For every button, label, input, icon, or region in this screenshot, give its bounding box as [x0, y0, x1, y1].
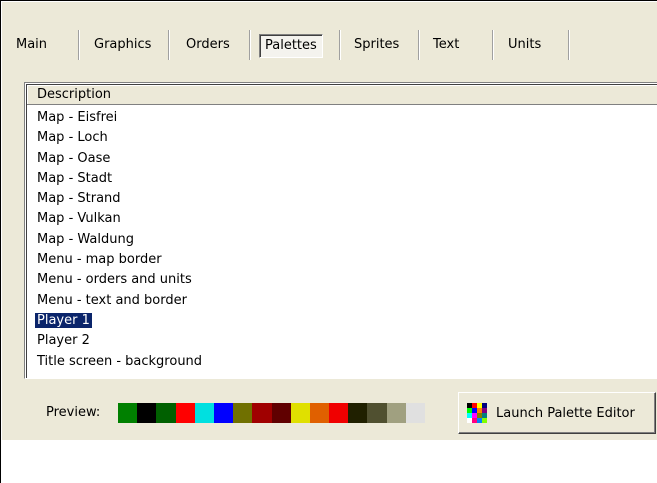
icon-cell: [482, 418, 487, 423]
color-swatch: [213, 403, 234, 423]
list-item[interactable]: Map - Waldung: [35, 230, 204, 250]
color-swatch: [348, 403, 368, 423]
color-swatch: [309, 403, 330, 423]
color-swatch: [290, 403, 310, 423]
list-item[interactable]: Title screen - background: [35, 352, 204, 372]
palette-list-body: Description Map - Eisfrei Map - Loch Map -…: [26, 84, 657, 378]
color-swatch: [329, 403, 349, 423]
color-swatch: [175, 403, 195, 423]
tab-separator: [78, 30, 80, 60]
list-item-label: Map - Waldung: [37, 231, 134, 247]
list-item-label: Player 1: [34, 311, 93, 329]
color-swatch: [137, 403, 157, 423]
tab-palettes[interactable]: Palettes: [259, 34, 323, 58]
launch-button-label: Launch Palette Editor: [496, 405, 635, 421]
tab-separator: [339, 30, 341, 60]
color-swatch: [233, 403, 253, 423]
column-header-description[interactable]: Description: [27, 85, 657, 105]
list-item[interactable]: Map - Oase: [35, 149, 204, 169]
color-swatch: [156, 403, 176, 423]
list-item-label: Map - Stadt: [37, 170, 113, 186]
list-item-label: Map - Eisfrei: [37, 110, 118, 125]
list-item[interactable]: Map - Loch: [35, 128, 204, 148]
tab-separator: [168, 30, 170, 60]
color-swatch: [386, 403, 406, 423]
list-item[interactable]: Map - Vulkan: [35, 209, 204, 229]
tab-units[interactable]: Units: [504, 32, 545, 58]
list-item-label: Menu - map border: [37, 252, 162, 268]
launch-palette-editor-button[interactable]: Launch Palette Editor: [458, 392, 656, 434]
tab-graphics[interactable]: Graphics: [90, 32, 155, 58]
color-swatch: [367, 403, 387, 423]
list-item[interactable]: Map - Strand: [35, 189, 204, 209]
window: Main Graphics Orders Palettes Sprites Te…: [0, 0, 657, 483]
color-swatch: [194, 403, 214, 423]
list-item-label: Menu - orders and units: [37, 272, 192, 288]
tab-text[interactable]: Text: [429, 32, 463, 58]
palette-grid-icon: [467, 403, 487, 423]
list-item-label: Map - Strand: [37, 191, 121, 207]
list-item[interactable]: Player 1: [34, 311, 204, 331]
list-item[interactable]: Map - Eisfrei: [35, 108, 204, 128]
list-item[interactable]: Menu - text and border: [35, 291, 204, 311]
tab-separator: [249, 30, 251, 60]
color-swatch: [271, 403, 291, 423]
color-swatch: [252, 403, 272, 423]
column-header-label: Description: [37, 87, 112, 102]
tab-bar: Main Graphics Orders Palettes Sprites Te…: [2, 26, 657, 66]
list-rows: Map - Eisfrei Map - Loch Map - Oase Map - S…: [34, 108, 204, 372]
editor-panel: Main Graphics Orders Palettes Sprites Te…: [2, 2, 657, 440]
tab-separator: [418, 30, 420, 60]
list-item-label: Map - Loch: [37, 130, 108, 146]
color-swatch: [118, 403, 138, 423]
preview-label: Preview:: [46, 405, 101, 420]
list-item-label: Title screen - background: [37, 353, 203, 369]
tab-separator: [568, 30, 570, 60]
tab-orders[interactable]: Orders: [182, 32, 234, 58]
list-item[interactable]: Player 2: [35, 331, 204, 351]
preview-swatches: [118, 403, 425, 423]
list-item-label: Player 2: [37, 333, 90, 349]
color-swatch: [405, 403, 425, 423]
list-item[interactable]: Menu - orders and units: [35, 270, 204, 290]
tab-main[interactable]: Main: [12, 32, 51, 58]
list-item[interactable]: Map - Stadt: [35, 169, 204, 189]
list-item-label: Menu - text and border: [37, 292, 187, 308]
list-item-label: Map - Oase: [37, 150, 111, 166]
list-item[interactable]: Menu - map border: [35, 250, 204, 270]
tab-separator: [492, 30, 494, 60]
tab-sprites[interactable]: Sprites: [350, 32, 403, 58]
list-item-label: Map - Vulkan: [37, 211, 121, 227]
palette-list[interactable]: Description Map - Eisfrei Map - Loch Map -…: [24, 82, 657, 379]
